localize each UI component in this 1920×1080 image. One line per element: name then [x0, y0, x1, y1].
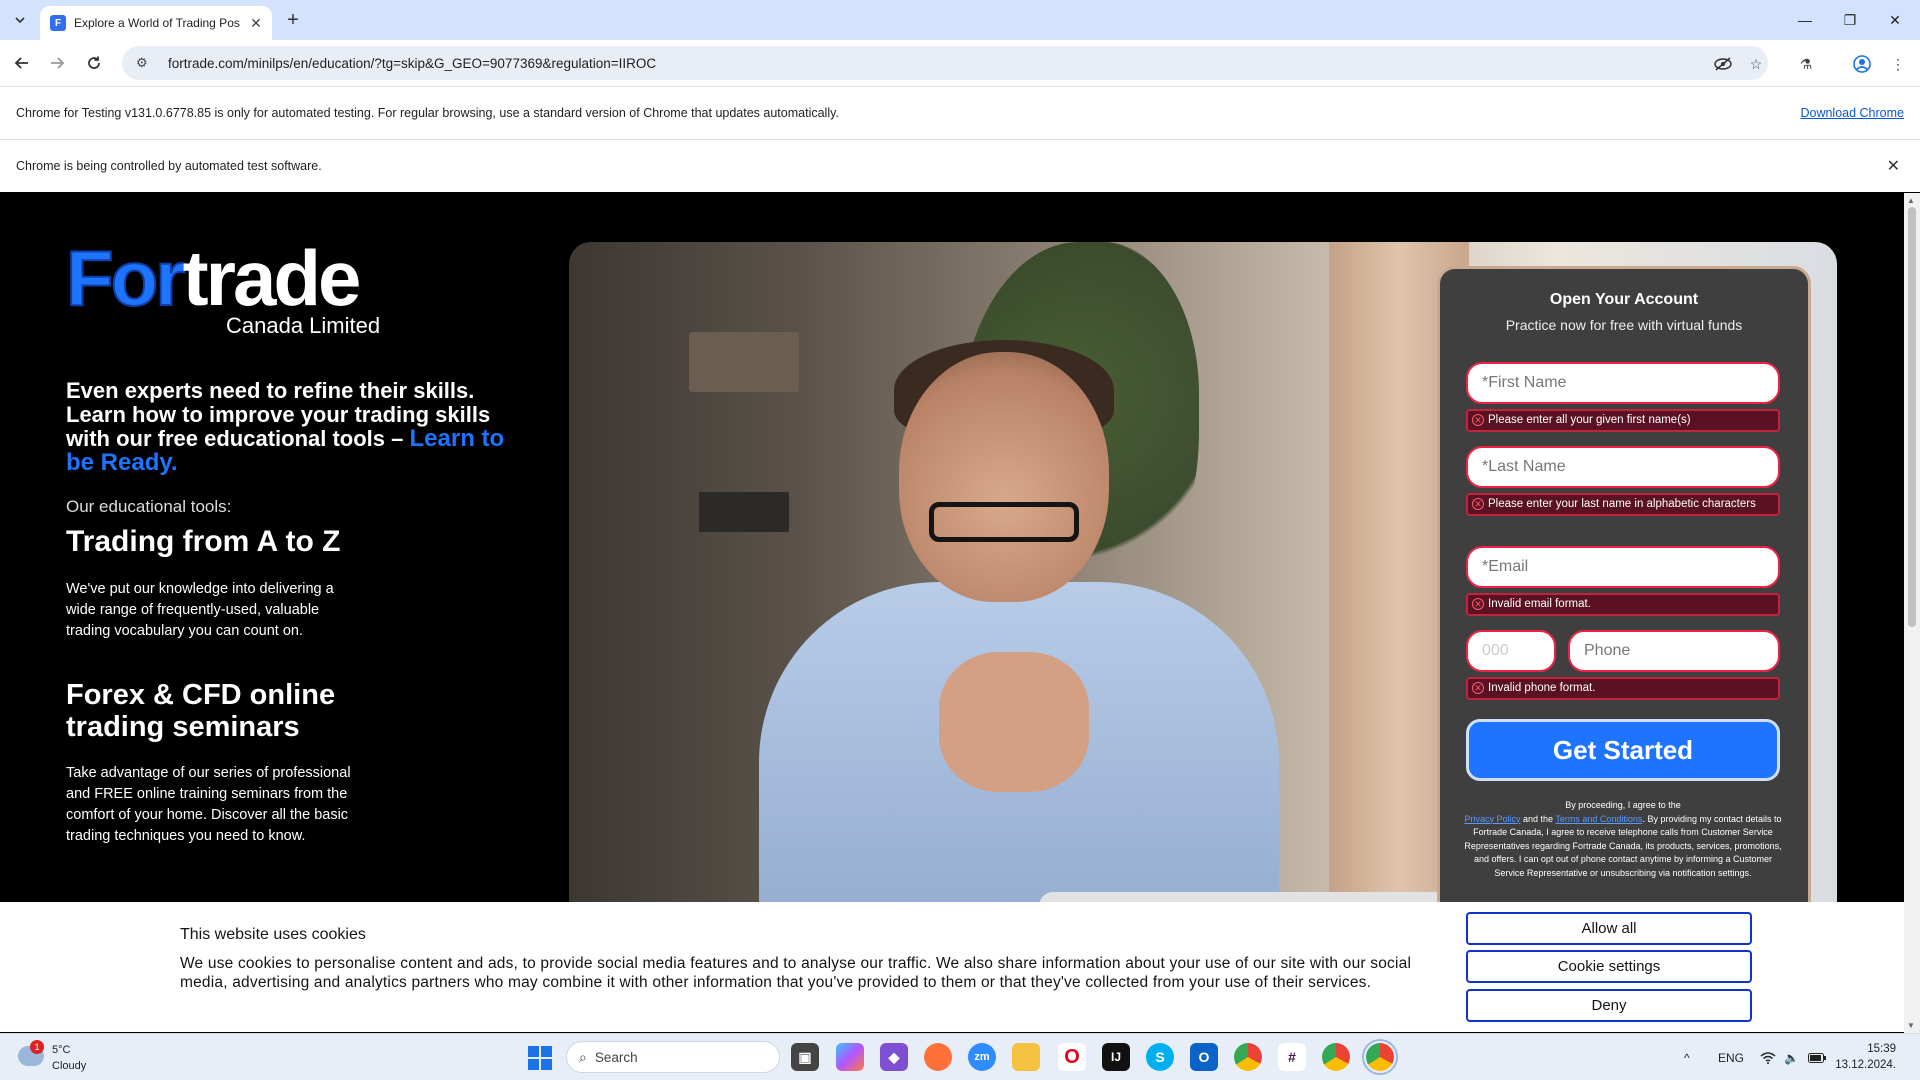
firefox-icon[interactable] — [924, 1043, 952, 1071]
error-icon: ✕ — [1472, 682, 1484, 694]
labs-flask-icon[interactable]: ⚗ — [1796, 54, 1816, 74]
phone-error: ✕ Invalid phone format. — [1466, 677, 1780, 700]
taskbar-search-label: Search — [594, 1049, 638, 1065]
chrome-icon-2[interactable] — [1322, 1043, 1350, 1071]
clock-time: 15:39 — [1867, 1043, 1896, 1055]
opera-icon[interactable]: O — [1058, 1043, 1086, 1071]
visual-studio-icon[interactable]: ◆ — [880, 1043, 908, 1071]
logo-wordmark: Fortrade — [65, 234, 361, 322]
outlook-icon[interactable]: O — [1190, 1043, 1218, 1071]
cookie-text: We use cookies to personalise content an… — [180, 955, 1412, 991]
automation-infobar: Chrome is being controlled by automated … — [0, 139, 1920, 192]
windows-taskbar: 1 5°C Cloudy ⌕ Search ▣ ◆ zm O IJ S O # … — [0, 1033, 1920, 1080]
eye-off-icon[interactable] — [1713, 54, 1733, 74]
error-icon: ✕ — [1472, 598, 1484, 610]
jetbrains-icon[interactable]: IJ — [1102, 1043, 1130, 1071]
error-icon: ✕ — [1472, 498, 1484, 510]
email-field[interactable]: *Email — [1466, 546, 1780, 588]
weather-temp: 5°C — [52, 1044, 71, 1056]
cookie-title: This website uses cookies — [180, 926, 366, 943]
signup-form: Open Your Account Practice now for free … — [1437, 266, 1811, 926]
weather-desc: Cloudy — [52, 1060, 87, 1072]
allow-all-button[interactable]: Allow all — [1466, 912, 1752, 945]
chrome-testing-icon[interactable] — [1362, 1039, 1398, 1075]
tray-overflow-icon[interactable]: ^ — [1684, 1034, 1690, 1080]
search-icon: ⌕ — [579, 1048, 587, 1065]
taskbar-search[interactable]: ⌕ Search — [566, 1041, 780, 1073]
language-indicator[interactable]: ENG — [1718, 1034, 1744, 1080]
url-text[interactable]: fortrade.com/minilps/en/education/?tg=sk… — [168, 56, 656, 71]
download-chrome-link[interactable]: Download Chrome — [1800, 106, 1904, 120]
wifi-icon[interactable] — [1760, 1034, 1776, 1080]
section-text-atoz: We've put our knowledge into delivering … — [66, 581, 334, 639]
chrome-icon[interactable] — [1234, 1043, 1262, 1071]
section-text-seminars: Take advantage of our series of professi… — [66, 765, 351, 844]
address-bar[interactable]: ⚙ fortrade.com/minilps/en/education/?tg=… — [122, 46, 1768, 80]
error-icon: ✕ — [1472, 414, 1484, 426]
logo-subtitle: Canada Limited — [226, 313, 381, 338]
first-name-field[interactable]: *First Name — [1466, 362, 1780, 404]
battery-icon[interactable] — [1808, 1034, 1826, 1080]
back-arrow-icon[interactable] — [9, 50, 35, 76]
form-title: Open Your Account — [1549, 291, 1699, 308]
country-code-field[interactable]: 000 — [1466, 630, 1556, 672]
skype-icon[interactable]: S — [1146, 1043, 1174, 1071]
tools-label: Our educational tools: — [66, 497, 232, 516]
last-name-error: ✕ Please enter your last name in alphabet… — [1466, 493, 1780, 516]
system-clock[interactable]: 15:39 13.12.2024. — [1835, 1041, 1896, 1073]
clock-date: 13.12.2024. — [1835, 1059, 1896, 1071]
copilot-icon[interactable] — [836, 1043, 864, 1071]
forward-arrow-icon[interactable] — [44, 50, 70, 76]
tab-search-dropdown-icon[interactable] — [8, 8, 32, 32]
privacy-policy-link[interactable]: Privacy Policy — [1464, 814, 1520, 824]
form-subtitle: Practice now for free with virtual funds — [1505, 317, 1743, 333]
file-explorer-icon[interactable] — [1012, 1043, 1040, 1071]
phone-field[interactable]: Phone — [1568, 630, 1780, 672]
browser-tab-bar: F Explore a World of Trading Pos ✕ + — ❐… — [0, 0, 1920, 40]
get-started-button[interactable]: Get Started — [1466, 719, 1780, 781]
last-name-field[interactable]: *Last Name — [1466, 446, 1780, 488]
fortrade-logo[interactable]: Fortrade Canada Limited — [65, 234, 396, 339]
cookie-settings-button[interactable]: Cookie settings — [1466, 950, 1752, 983]
testing-infobar-text: Chrome for Testing v131.0.6778.85 is onl… — [16, 106, 839, 120]
page-scrollbar[interactable]: ▲ ▼ — [1904, 193, 1920, 1033]
testing-infobar: Chrome for Testing v131.0.6778.85 is onl… — [0, 86, 1920, 139]
email-error: ✕ Invalid email format. — [1466, 593, 1780, 616]
reload-icon[interactable] — [81, 50, 107, 76]
kebab-menu-icon[interactable]: ⋮ — [1888, 54, 1908, 74]
cloud-icon: 1 — [18, 1040, 44, 1066]
terms-link[interactable]: Terms and Conditions — [1555, 814, 1642, 824]
fortrade-favicon-icon: F — [50, 15, 66, 31]
legal-disclaimer: By proceeding, I agree to the Privacy Po… — [1464, 800, 1782, 878]
browser-toolbar: ⚙ fortrade.com/minilps/en/education/?tg=… — [0, 40, 1920, 86]
tab-close-icon[interactable]: ✕ — [248, 15, 264, 31]
section-title-seminars: Forex & CFD online trading seminars — [66, 679, 336, 743]
deny-button[interactable]: Deny — [1466, 989, 1752, 1022]
cookie-banner: This website uses cookies We use cookies… — [0, 902, 1904, 1032]
task-view-icon[interactable]: ▣ — [791, 1043, 819, 1071]
intro-headline: Even experts need to refine their skills… — [66, 378, 505, 476]
weather-widget[interactable]: 1 5°C Cloudy — [18, 1040, 87, 1074]
site-settings-icon[interactable]: ⚙ — [136, 55, 154, 71]
first-name-error: ✕ Please enter all your given first name(… — [1466, 409, 1780, 432]
infobar-close-icon[interactable]: ✕ — [1887, 156, 1900, 176]
new-tab-button[interactable]: + — [282, 9, 304, 31]
windows-start-icon[interactable] — [528, 1046, 552, 1070]
tab-title: Explore a World of Trading Pos — [74, 16, 240, 30]
close-window-button[interactable]: ✕ — [1868, 0, 1920, 40]
scrollbar-thumb[interactable] — [1908, 207, 1916, 627]
slack-icon[interactable]: # — [1278, 1043, 1306, 1071]
volume-icon[interactable]: 🔈 — [1784, 1034, 1799, 1080]
section-title-atoz: Trading from A to Z — [66, 525, 341, 558]
bookmark-star-icon[interactable]: ☆ — [1746, 54, 1766, 74]
notification-badge: 1 — [30, 1040, 44, 1054]
profile-avatar-icon[interactable] — [1852, 54, 1872, 74]
browser-tab-active[interactable]: F Explore a World of Trading Pos ✕ — [40, 6, 272, 40]
automation-infobar-text: Chrome is being controlled by automated … — [16, 159, 322, 173]
zoom-icon[interactable]: zm — [968, 1043, 996, 1071]
